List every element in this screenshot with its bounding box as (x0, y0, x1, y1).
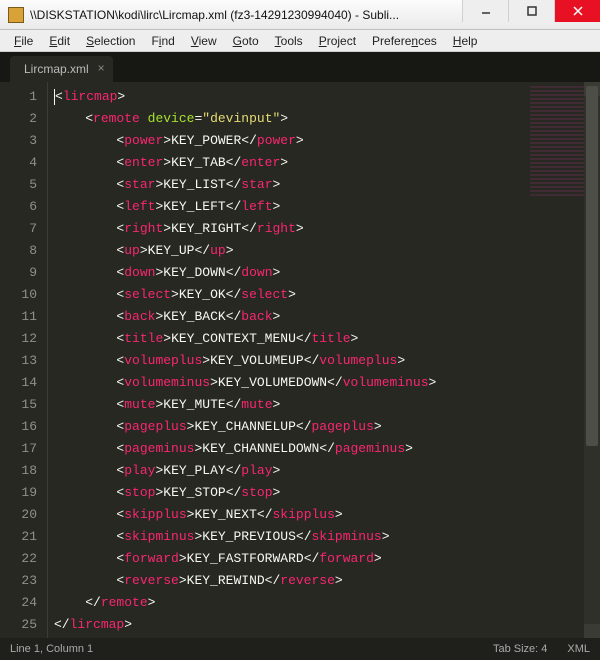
code-line[interactable]: <star>KEY_LIST</star> (54, 174, 584, 196)
line-number: 24 (0, 592, 37, 614)
code-line[interactable]: <down>KEY_DOWN</down> (54, 262, 584, 284)
code-line[interactable]: </remote> (54, 592, 584, 614)
code-line[interactable]: <mute>KEY_MUTE</mute> (54, 394, 584, 416)
scroll-thumb[interactable] (586, 86, 598, 446)
menu-item-selection[interactable]: Selection (78, 32, 143, 50)
code-line[interactable]: <pageplus>KEY_CHANNELUP</pageplus> (54, 416, 584, 438)
line-number: 20 (0, 504, 37, 526)
code-line[interactable]: <reverse>KEY_REWIND</reverse> (54, 570, 584, 592)
code-line[interactable]: <back>KEY_BACK</back> (54, 306, 584, 328)
code-line[interactable]: <volumeminus>KEY_VOLUMEDOWN</volumeminus… (54, 372, 584, 394)
code-line[interactable]: <pageminus>KEY_CHANNELDOWN</pageminus> (54, 438, 584, 460)
maximize-button[interactable] (508, 0, 554, 22)
code-line[interactable]: <play>KEY_PLAY</play> (54, 460, 584, 482)
close-button[interactable] (554, 0, 600, 22)
line-number: 14 (0, 372, 37, 394)
line-number-gutter: 1234567891011121314151617181920212223242… (0, 82, 48, 638)
code-line[interactable]: <volumeplus>KEY_VOLUMEUP</volumeplus> (54, 350, 584, 372)
line-number: 9 (0, 262, 37, 284)
line-number: 5 (0, 174, 37, 196)
menubar: FileEditSelectionFindViewGotoToolsProjec… (0, 30, 600, 52)
tab-file[interactable]: Lircmap.xml × (10, 56, 113, 82)
line-number: 3 (0, 130, 37, 152)
tab-label: Lircmap.xml (24, 62, 89, 76)
menu-item-tools[interactable]: Tools (267, 32, 311, 50)
tab-strip: Lircmap.xml × (0, 52, 600, 82)
line-number: 13 (0, 350, 37, 372)
line-number: 7 (0, 218, 37, 240)
line-number: 15 (0, 394, 37, 416)
code-line[interactable]: <select>KEY_OK</select> (54, 284, 584, 306)
menu-item-find[interactable]: Find (143, 32, 182, 50)
code-line[interactable]: <right>KEY_RIGHT</right> (54, 218, 584, 240)
window-title: \\DISKSTATION\kodi\lirc\Lircmap.xml (fz3… (30, 8, 462, 22)
line-number: 23 (0, 570, 37, 592)
line-number: 1 (0, 86, 37, 108)
code-line[interactable]: <left>KEY_LEFT</left> (54, 196, 584, 218)
menu-item-goto[interactable]: Goto (225, 32, 267, 50)
menu-item-preferences[interactable]: Preferences (364, 32, 445, 50)
menu-item-edit[interactable]: Edit (41, 32, 78, 50)
line-number: 21 (0, 526, 37, 548)
vertical-scrollbar[interactable] (584, 82, 600, 638)
code-line[interactable]: <remote device="devinput"> (54, 108, 584, 130)
code-line[interactable]: <power>KEY_POWER</power> (54, 130, 584, 152)
line-number: 11 (0, 306, 37, 328)
code-line[interactable]: </lircmap> (54, 614, 584, 636)
window-controls (462, 0, 600, 29)
line-number: 8 (0, 240, 37, 262)
code-area[interactable]: <lircmap> <remote device="devinput"> <po… (48, 82, 584, 638)
menu-item-project[interactable]: Project (311, 32, 364, 50)
line-number: 17 (0, 438, 37, 460)
line-number: 16 (0, 416, 37, 438)
close-icon[interactable]: × (98, 62, 105, 74)
code-line[interactable]: <skipplus>KEY_NEXT</skipplus> (54, 504, 584, 526)
scroll-down-arrow-icon[interactable] (584, 624, 600, 638)
tab-size-indicator[interactable]: Tab Size: 4 (493, 643, 547, 655)
menu-item-help[interactable]: Help (445, 32, 486, 50)
line-number: 2 (0, 108, 37, 130)
menu-item-file[interactable]: File (6, 32, 41, 50)
code-line[interactable]: <skipminus>KEY_PREVIOUS</skipminus> (54, 526, 584, 548)
code-line[interactable]: <enter>KEY_TAB</enter> (54, 152, 584, 174)
statusbar: Line 1, Column 1 Tab Size: 4 XML (0, 638, 600, 660)
line-number: 6 (0, 196, 37, 218)
editor[interactable]: 1234567891011121314151617181920212223242… (0, 82, 600, 638)
cursor-position[interactable]: Line 1, Column 1 (10, 643, 93, 655)
titlebar: \\DISKSTATION\kodi\lirc\Lircmap.xml (fz3… (0, 0, 600, 30)
menu-item-view[interactable]: View (183, 32, 225, 50)
code-line[interactable]: <up>KEY_UP</up> (54, 240, 584, 262)
line-number: 12 (0, 328, 37, 350)
code-line[interactable]: <title>KEY_CONTEXT_MENU</title> (54, 328, 584, 350)
line-number: 10 (0, 284, 37, 306)
syntax-indicator[interactable]: XML (567, 643, 590, 655)
minimize-button[interactable] (462, 0, 508, 22)
code-line[interactable]: <stop>KEY_STOP</stop> (54, 482, 584, 504)
line-number: 18 (0, 460, 37, 482)
line-number: 22 (0, 548, 37, 570)
line-number: 25 (0, 614, 37, 636)
line-number: 4 (0, 152, 37, 174)
code-line[interactable]: <lircmap> (54, 86, 584, 108)
app-icon (8, 7, 24, 23)
line-number: 19 (0, 482, 37, 504)
code-line[interactable]: <forward>KEY_FASTFORWARD</forward> (54, 548, 584, 570)
